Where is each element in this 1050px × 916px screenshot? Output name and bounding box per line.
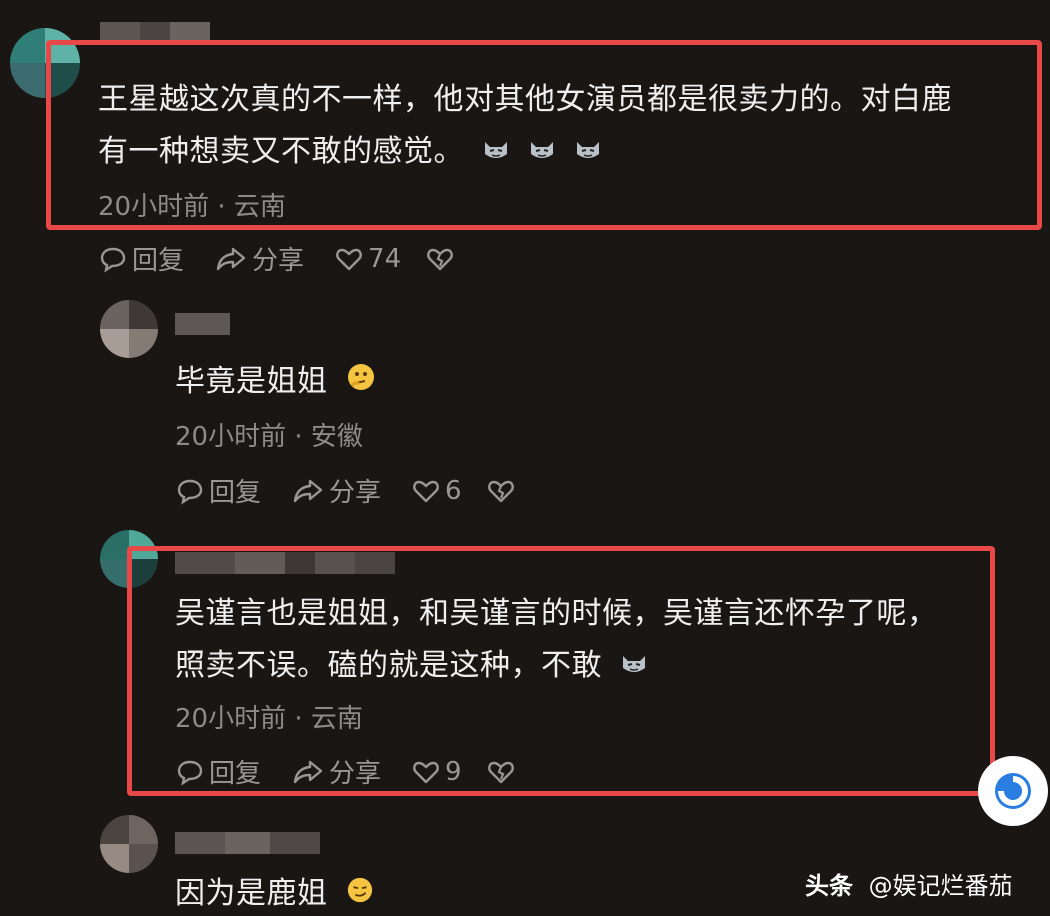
comment-actions: 回复 分享 6 [175, 472, 550, 509]
smirk-face-emoji [346, 869, 374, 916]
share-arrow-icon [216, 247, 246, 270]
comment-text-span: 因为是鹿姐 [175, 876, 328, 911]
highlight-box [46, 40, 1042, 230]
reply-label: 回复 [132, 246, 185, 276]
comment-actions: 回复 分享 74 [98, 240, 489, 277]
avatar[interactable] [100, 815, 158, 873]
like-button[interactable]: 6 [411, 476, 462, 506]
share-label: 分享 [252, 246, 305, 276]
highlight-box [127, 546, 995, 796]
heart-icon [413, 480, 439, 502]
reply-label: 回复 [209, 478, 262, 508]
share-button[interactable]: 分享 [291, 472, 381, 509]
dislike-button[interactable] [486, 476, 520, 506]
like-count: 6 [445, 475, 462, 506]
like-button[interactable]: 74 [334, 244, 401, 274]
like-count: 74 [368, 243, 402, 274]
floating-action-button[interactable] [978, 756, 1048, 826]
reply-button[interactable]: 回复 [175, 472, 261, 509]
avatar[interactable] [100, 300, 158, 358]
watermark-account: @娱记烂番茄 [868, 872, 1013, 900]
broken-heart-icon [427, 248, 454, 270]
share-arrow-icon [293, 479, 323, 502]
username-blurred[interactable] [175, 832, 320, 854]
comment-text-span: 毕竟是姐姐 [175, 364, 328, 399]
broken-heart-icon [487, 480, 514, 502]
reply-button[interactable]: 回复 [98, 240, 184, 277]
share-button[interactable]: 分享 [214, 240, 304, 277]
comment-bubble-icon [100, 247, 126, 273]
share-label: 分享 [329, 478, 382, 508]
dislike-button[interactable] [425, 244, 459, 274]
watermark: 头条 @娱记烂番茄 [805, 866, 1013, 901]
heart-icon [336, 248, 362, 270]
comment-bubble-icon [177, 479, 203, 505]
comment-text-line: 毕竟是姐姐 [175, 356, 376, 409]
watermark-brand: 头条 [805, 872, 853, 900]
username-blurred[interactable] [175, 313, 230, 335]
thinking-emoji [346, 357, 376, 409]
swirl-icon [995, 773, 1031, 809]
comment-meta: 20小时前 · 安徽 [175, 422, 363, 452]
comment-text-line: 因为是鹿姐 [175, 868, 374, 916]
